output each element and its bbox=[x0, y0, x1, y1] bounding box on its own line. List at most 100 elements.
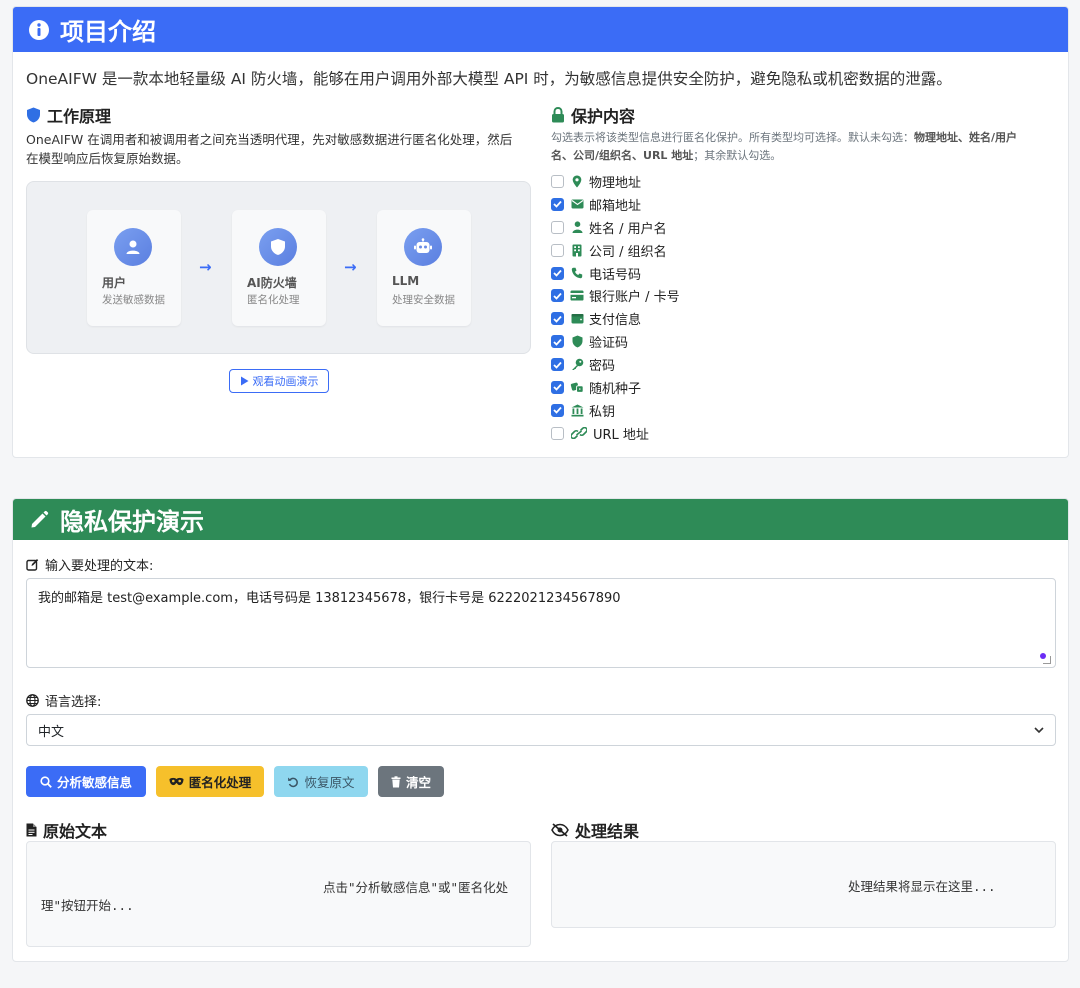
edit-icon bbox=[26, 559, 39, 571]
checkbox[interactable] bbox=[551, 174, 564, 188]
flow-arrow: → bbox=[344, 258, 357, 276]
protect-item-bank[interactable]: 银行账户 / 卡号 bbox=[551, 284, 680, 307]
protect-item-private-key[interactable]: 私钥 bbox=[551, 399, 680, 422]
flow-node-title: 用户 bbox=[102, 276, 127, 290]
protect-item-label: 电话号码 bbox=[589, 267, 642, 283]
checkbox[interactable] bbox=[551, 312, 564, 326]
mask-icon bbox=[169, 777, 184, 786]
result-output: 处理结果将显示在这里... bbox=[551, 841, 1056, 928]
building-icon bbox=[570, 243, 584, 257]
eye-slash-icon bbox=[551, 823, 569, 837]
anonymize-button[interactable]: 匿名化处理 bbox=[156, 766, 264, 797]
protect-item-label: URL 地址 bbox=[593, 427, 649, 443]
protect-item-label: 邮箱地址 bbox=[589, 198, 642, 214]
demo-card-title: 隐私保护演示 bbox=[60, 508, 204, 536]
trash-icon bbox=[391, 775, 401, 787]
intro-card-title: 项目介绍 bbox=[60, 18, 156, 46]
checkbox[interactable] bbox=[551, 266, 564, 280]
protect-item-seed[interactable]: 随机种子 bbox=[551, 376, 680, 399]
lock-icon bbox=[552, 107, 564, 123]
file-icon bbox=[26, 823, 37, 837]
shield-icon bbox=[27, 107, 40, 123]
original-placeholder-line1: 点击"分析敏感信息"或"匿名化处 bbox=[323, 880, 509, 895]
play-icon bbox=[240, 376, 248, 386]
checkbox[interactable] bbox=[551, 243, 564, 257]
watch-demo-button[interactable]: 观看动画演示 bbox=[229, 369, 329, 393]
map-pin-icon bbox=[570, 174, 584, 188]
protect-title: 保护内容 bbox=[551, 103, 635, 127]
restore-button[interactable]: 恢复原文 bbox=[274, 766, 368, 797]
dice-icon bbox=[570, 380, 584, 394]
original-title: 原始文本 bbox=[26, 818, 107, 842]
protect-item-label: 公司 / 组织名 bbox=[589, 244, 667, 260]
envelope-icon bbox=[570, 197, 584, 211]
flow-node-firewall: AI防火墙 匿名化处理 bbox=[232, 210, 326, 326]
intro-card: 项目介绍 OneAIFW 是一款本地轻量级 AI 防火墙，能够在用户调用外部大模… bbox=[12, 6, 1069, 458]
language-label: 语言选择: bbox=[26, 691, 101, 710]
protect-item-label: 银行账户 / 卡号 bbox=[589, 290, 680, 306]
protect-item-address[interactable]: 物理地址 bbox=[551, 170, 680, 193]
protect-hint-line2: 名、公司/组织名、URL 地址；其余默认勾选。 bbox=[551, 149, 782, 162]
protect-item-email[interactable]: 邮箱地址 bbox=[551, 193, 680, 216]
flow-arrow: → bbox=[199, 258, 212, 276]
intro-card-header: 项目介绍 bbox=[13, 7, 1068, 52]
protect-item-payment[interactable]: 支付信息 bbox=[551, 307, 680, 330]
protect-item-verification[interactable]: 验证码 bbox=[551, 330, 680, 353]
protect-item-label: 姓名 / 用户名 bbox=[589, 221, 667, 237]
wallet-icon bbox=[570, 312, 584, 326]
intro-text: OneAIFW 是一款本地轻量级 AI 防火墙，能够在用户调用外部大模型 API… bbox=[26, 70, 952, 88]
protect-item-label: 物理地址 bbox=[589, 175, 642, 191]
checkbox[interactable] bbox=[551, 403, 564, 417]
search-icon bbox=[40, 775, 52, 788]
checkbox[interactable] bbox=[551, 335, 564, 349]
flow-node-sub: 处理安全数据 bbox=[392, 294, 455, 306]
text-input[interactable]: 我的邮箱是 test@example.com，电话号码是 13812345678… bbox=[26, 578, 1056, 668]
analyze-button[interactable]: 分析敏感信息 bbox=[26, 766, 146, 797]
checkbox[interactable] bbox=[551, 197, 564, 211]
principle-desc-line1: OneAIFW 在调用者和被调用者之间充当透明代理，先对敏感数据进行匿名化处理，… bbox=[26, 132, 513, 147]
flow-node-user: 用户 发送敏感数据 bbox=[87, 210, 181, 326]
person-icon bbox=[570, 220, 584, 234]
clear-button[interactable]: 清空 bbox=[378, 766, 444, 797]
checkbox[interactable] bbox=[551, 358, 564, 372]
flow-node-sub: 发送敏感数据 bbox=[102, 294, 165, 306]
protect-item-url[interactable]: URL 地址 bbox=[551, 422, 680, 445]
vault-icon bbox=[570, 403, 584, 417]
flow-node-title: AI防火墙 bbox=[247, 276, 297, 290]
checkbox[interactable] bbox=[551, 426, 564, 440]
flow-node-sub: 匿名化处理 bbox=[247, 294, 300, 306]
info-circle-icon bbox=[28, 19, 50, 41]
demo-card-header: 隐私保护演示 bbox=[13, 499, 1068, 540]
flow-node-llm: LLM 处理安全数据 bbox=[377, 210, 471, 326]
protect-item-name[interactable]: 姓名 / 用户名 bbox=[551, 216, 680, 239]
original-placeholder-line2: 理"按钮开始... bbox=[41, 898, 134, 913]
flow-diagram: 用户 发送敏感数据 → AI防火墙 匿名化处理 → LLM 处理安全数据 bbox=[26, 181, 531, 354]
pencil-icon bbox=[28, 509, 50, 531]
protect-item-label: 验证码 bbox=[589, 336, 629, 352]
protect-item-company[interactable]: 公司 / 组织名 bbox=[551, 239, 680, 262]
protect-item-phone[interactable]: 电话号码 bbox=[551, 262, 680, 285]
result-placeholder: 处理结果将显示在这里... bbox=[848, 879, 996, 894]
input-label: 输入要处理的文本: bbox=[26, 555, 153, 574]
checkbox[interactable] bbox=[551, 289, 564, 303]
protect-item-label: 随机种子 bbox=[589, 381, 642, 397]
checkbox[interactable] bbox=[551, 380, 564, 394]
protect-item-label: 支付信息 bbox=[589, 313, 642, 329]
phone-icon bbox=[570, 266, 584, 280]
result-title: 处理结果 bbox=[551, 818, 639, 842]
language-select[interactable]: 中文 bbox=[26, 714, 1056, 746]
protect-item-label: 密码 bbox=[589, 359, 616, 375]
original-output: 点击"分析敏感信息"或"匿名化处 理"按钮开始... bbox=[26, 841, 531, 947]
protect-checkbox-list: 物理地址 邮箱地址 姓名 / 用户名 公司 / 组织名 电话号码 银行账户 / … bbox=[551, 170, 680, 445]
undo-icon bbox=[288, 777, 299, 787]
protect-item-password[interactable]: 密码 bbox=[551, 353, 680, 376]
protect-item-label: 私钥 bbox=[589, 404, 616, 420]
demo-card: 隐私保护演示 输入要处理的文本: 我的邮箱是 test@example.com，… bbox=[12, 498, 1069, 962]
user-icon bbox=[114, 228, 152, 266]
protect-hint-line1: 勾选表示将该类型信息进行匿名化保护。所有类型均可选择。默认未勾选：物理地址、姓名… bbox=[551, 131, 1018, 144]
cursor-dot-icon bbox=[1040, 653, 1046, 659]
shield-icon bbox=[259, 228, 297, 266]
checkbox[interactable] bbox=[551, 220, 564, 234]
principle-title: 工作原理 bbox=[26, 103, 111, 127]
principle-desc-line2: 在模型响应后恢复原始数据。 bbox=[26, 151, 189, 166]
